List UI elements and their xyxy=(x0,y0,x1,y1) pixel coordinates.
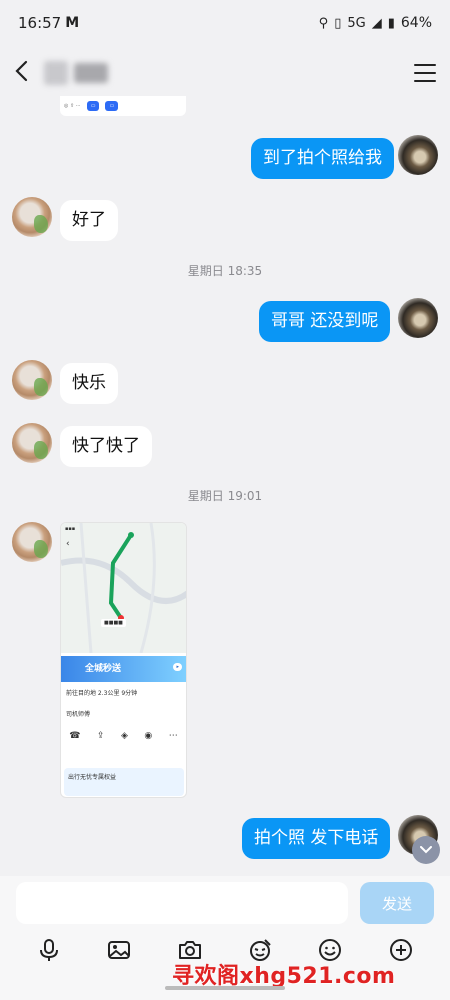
battery-icon: ▮ xyxy=(387,15,395,31)
signal-icon: ◢ xyxy=(371,15,382,31)
mail-indicator-icon: M xyxy=(65,15,80,31)
map-action-more-icon: ⋯ xyxy=(168,731,178,741)
back-button[interactable] xyxy=(14,59,36,87)
map-route-graphic xyxy=(61,523,186,653)
status-icons: ⚲ ▯ 5G ◢ ▮ 64% xyxy=(319,15,432,31)
map-view: ▪▪▪ ‹ ■■■■ xyxy=(61,523,186,653)
send-button[interactable]: 发送 xyxy=(360,882,434,924)
message-bubble-in[interactable]: 好了 xyxy=(60,200,118,241)
map-action-location-icon: ◉ xyxy=(144,731,153,741)
map-action-share-icon: ⇪ xyxy=(96,731,105,741)
snippet-pill-2: ▭ xyxy=(105,101,119,111)
message-bubble-in[interactable]: 快乐 xyxy=(60,363,118,404)
map-action-phone-icon: ☎ xyxy=(69,731,81,741)
my-avatar[interactable] xyxy=(398,135,438,175)
chat-header xyxy=(0,50,450,96)
map-promo-text: 出行无忧专属权益 xyxy=(68,774,117,781)
chevron-left-icon xyxy=(15,60,28,82)
snippet-icons: ◎ ⇪ ⋯ xyxy=(64,103,81,109)
battery-level: 64% xyxy=(400,15,432,31)
map-route-info: 前往目的地 2.3公里 9分钟 xyxy=(66,690,138,697)
message-bubble-in[interactable]: 快了快了 xyxy=(60,426,152,467)
contact-name-blurred[interactable] xyxy=(44,61,108,85)
chevron-down-icon xyxy=(420,846,432,854)
map-action-safety-icon: ◈ xyxy=(120,731,128,741)
contact-label-blurred xyxy=(74,63,108,83)
map-status-bar: ▪▪▪ xyxy=(65,526,76,532)
contact-avatar[interactable] xyxy=(12,423,52,463)
image-icon[interactable] xyxy=(105,936,133,964)
my-avatar[interactable] xyxy=(398,298,438,338)
map-banner-text: 全城秒送 xyxy=(85,664,122,674)
contact-avatar[interactable] xyxy=(12,197,52,237)
message-bubble-out[interactable]: 到了拍个照给我 xyxy=(251,138,394,179)
link-icon: ⚲ xyxy=(318,15,329,31)
contact-avatar-blurred xyxy=(44,61,68,85)
map-action-icons: ☎ ⇪ ◈ ◉ ⋯ xyxy=(61,731,186,741)
scroll-to-bottom-button[interactable] xyxy=(412,836,440,864)
network-label: 5G xyxy=(347,15,366,31)
map-driver-info: 司机师傅 xyxy=(66,711,91,718)
snippet-pill-1: ▭ xyxy=(86,101,100,111)
sim-icon: ▯ xyxy=(334,15,342,31)
message-input[interactable] xyxy=(16,882,348,924)
timestamp: 星期日 18:35 xyxy=(187,264,263,278)
status-bar: 16:57 M ⚲ ▯ 5G ◢ ▮ 64% xyxy=(0,0,450,46)
contact-avatar[interactable] xyxy=(12,360,52,400)
contact-avatar[interactable] xyxy=(12,522,52,562)
map-banner-cta: ▸ xyxy=(173,663,182,671)
message-bubble-out[interactable]: 拍个照 发下电话 xyxy=(242,818,391,859)
microphone-icon[interactable] xyxy=(35,936,63,964)
shared-map-screenshot[interactable]: ▪▪▪ ‹ ■■■■ 全城秒送 ▸ 前往目的地 2.3公里 9分钟 司机师傅 ☎… xyxy=(60,522,187,798)
hamburger-menu-icon[interactable] xyxy=(414,64,436,82)
message-bubble-out[interactable]: 哥哥 还没到呢 xyxy=(259,301,391,342)
map-promo-banner: 全城秒送 ▸ xyxy=(61,656,186,682)
map-back-icon: ‹ xyxy=(66,539,70,549)
timestamp: 星期日 19:01 xyxy=(187,489,263,503)
previous-image-snippet[interactable]: ◎ ⇪ ⋯ ▭ ▭ xyxy=(60,96,186,116)
status-time: 16:57 xyxy=(18,14,62,32)
map-bottom-promo: 出行无忧专属权益 xyxy=(64,768,184,796)
home-indicator[interactable] xyxy=(165,986,285,990)
map-destination-label: ■■■■ xyxy=(101,619,126,627)
